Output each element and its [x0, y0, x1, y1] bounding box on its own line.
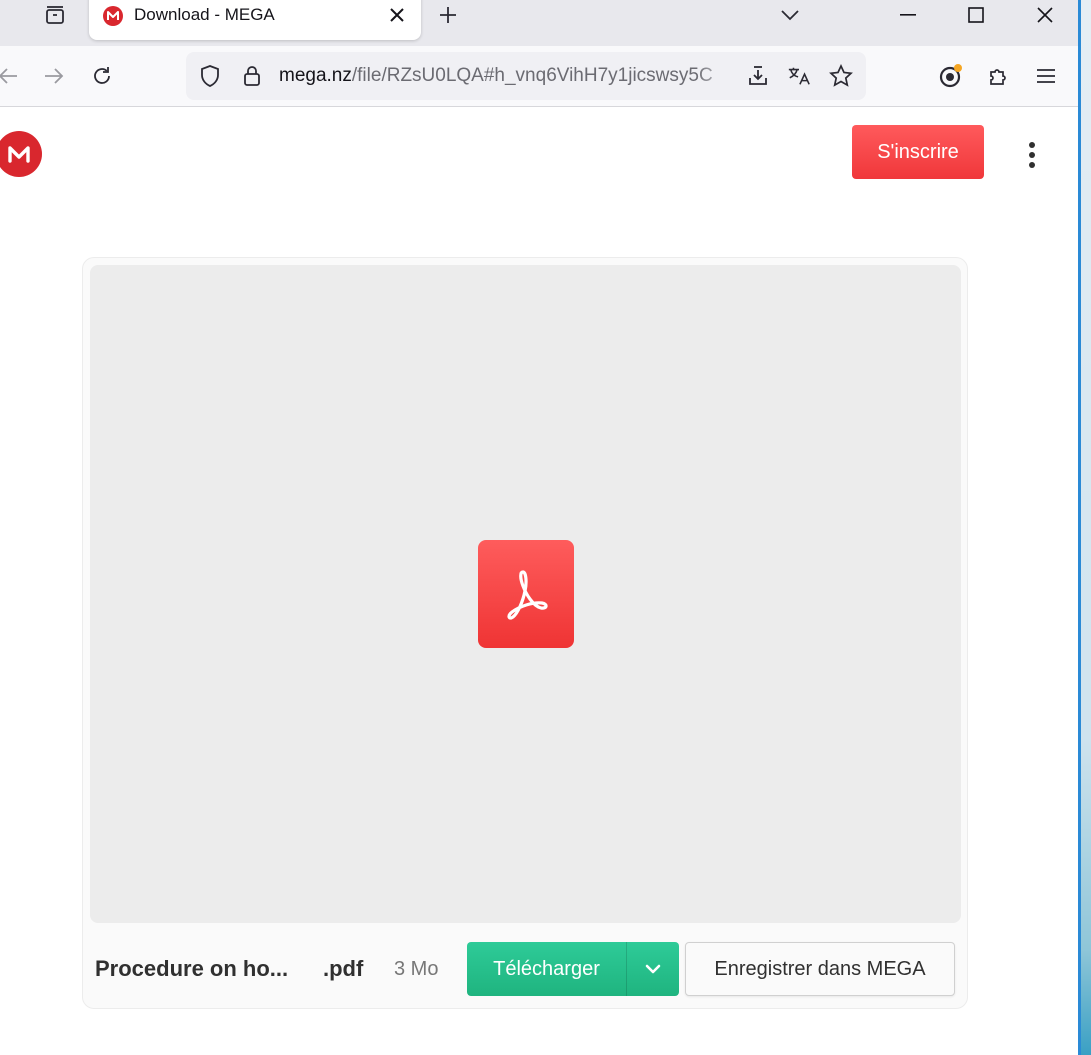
active-tab[interactable]: Download - MEGA — [89, 0, 421, 40]
url-host: mega.nz — [279, 65, 352, 86]
hamburger-icon[interactable] — [1030, 60, 1062, 92]
file-info-bar: Procedure on ho... .pdf 3 Mo Télécharger… — [83, 930, 967, 1008]
window-close-icon[interactable] — [1017, 0, 1073, 30]
plus-icon[interactable] — [434, 2, 462, 28]
lock-icon[interactable] — [240, 64, 264, 88]
nav-bar: mega.nz/file/RZsU0LQA#h_vnq6VihH7y1jicsw… — [0, 46, 1080, 107]
maximize-icon[interactable] — [948, 0, 1004, 30]
reload-icon[interactable] — [86, 60, 118, 92]
pdf-icon — [478, 540, 574, 648]
chevron-down-icon — [645, 964, 661, 974]
account-icon[interactable] — [935, 60, 967, 92]
tab-list-icon[interactable] — [38, 0, 72, 30]
save-to-mega-button[interactable]: Enregistrer dans MEGA — [685, 942, 955, 996]
more-options-icon[interactable] — [1018, 137, 1046, 173]
mega-favicon — [103, 6, 123, 26]
download-button[interactable]: Télécharger — [467, 942, 626, 996]
file-preview — [90, 265, 961, 923]
mega-logo[interactable] — [0, 131, 42, 177]
close-icon[interactable] — [384, 2, 410, 28]
file-card: Procedure on ho... .pdf 3 Mo Télécharger… — [82, 257, 968, 1009]
url-fade — [696, 62, 736, 90]
page-download-icon[interactable] — [746, 64, 770, 88]
shield-icon[interactable] — [198, 64, 222, 88]
signup-button[interactable]: S'inscrire — [852, 125, 984, 179]
star-icon[interactable] — [829, 64, 853, 88]
puzzle-icon[interactable] — [983, 60, 1015, 92]
window-border — [1078, 0, 1081, 1055]
translate-icon[interactable] — [787, 64, 811, 88]
forward-arrow-icon[interactable] — [38, 60, 70, 92]
download-options-button[interactable] — [627, 942, 679, 996]
tab-strip: Download - MEGA — [0, 0, 1080, 46]
chevron-down-icon[interactable] — [775, 2, 805, 28]
url-text[interactable]: mega.nz/file/RZsU0LQA#h_vnq6VihH7y1jicsw… — [279, 65, 734, 87]
minimize-icon[interactable] — [880, 0, 936, 30]
desktop-background — [1080, 0, 1091, 1055]
file-extension: .pdf — [323, 956, 364, 981]
file-name: Procedure on ho... — [95, 956, 289, 981]
tab-title: Download - MEGA — [134, 5, 275, 24]
url-path: /file/RZsU0LQA#h_vnq6VihH7y1jicswsy5C — [351, 65, 713, 86]
file-size: 3 Mo — [394, 958, 439, 980]
back-arrow-icon[interactable] — [0, 60, 24, 92]
url-bar[interactable]: mega.nz/file/RZsU0LQA#h_vnq6VihH7y1jicsw… — [186, 52, 866, 100]
download-button-group: Télécharger — [467, 942, 679, 996]
page-content: S'inscrire Procedure on ho... .pdf 3 Mo … — [0, 107, 1080, 1055]
